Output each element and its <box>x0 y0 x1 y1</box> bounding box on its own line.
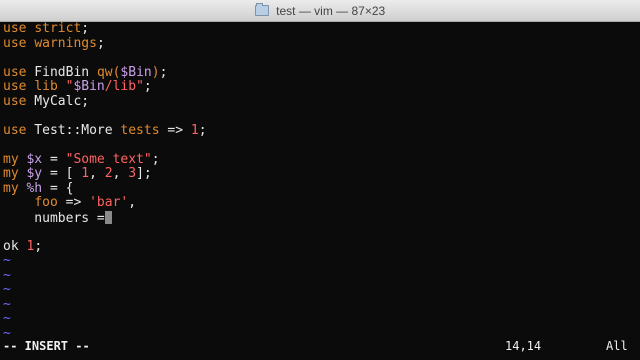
window-titlebar[interactable]: test — vim — 87×23 <box>0 0 640 22</box>
text-cursor <box>104 210 112 224</box>
empty-line-marker: ~ <box>3 296 11 312</box>
empty-line-marker: ~ <box>3 282 11 297</box>
buffer-line: ok 1; <box>3 238 43 254</box>
buffer-line: foo => 'bar', <box>34 195 137 210</box>
window-title-text: test — vim — 87×23 <box>276 4 386 18</box>
empty-line-marker: ~ <box>3 253 11 268</box>
buffer-line: use FindBin qw($Bin); <box>3 64 168 80</box>
buffer-line <box>0 51 640 66</box>
vim-status-line: -- INSERT -- 14,14 All <box>0 338 640 354</box>
buffer-line: my %h = { <box>3 180 74 196</box>
buffer-line <box>0 109 640 124</box>
empty-line-marker: ~ <box>3 267 11 283</box>
buffer-line <box>0 138 640 153</box>
buffer-line: my $y = [ 1, 2, 3]; <box>3 166 152 181</box>
buffer-line: use MyCalc; <box>3 93 90 109</box>
scroll-percentage: All <box>606 339 628 353</box>
mode-indicator: -- INSERT -- <box>3 339 90 353</box>
buffer-line: use strict; <box>3 21 90 36</box>
buffer-line: use Test::More tests => 1; <box>3 122 207 138</box>
window-title: test — vim — 87×23 <box>0 3 640 18</box>
folder-icon <box>254 3 269 16</box>
buffer-line: my $x = "Some text"; <box>3 151 160 167</box>
buffer-line: use warnings; <box>3 35 105 51</box>
buffer-line <box>0 225 640 240</box>
empty-line-marker: ~ <box>3 311 11 326</box>
cursor-position: 14,14 <box>505 339 542 353</box>
buffer-line: use lib "$Bin/lib"; <box>3 79 152 94</box>
vim-terminal-window: test — vim — 87×23 use strict; use warni… <box>0 0 640 360</box>
buffer-line-current: numbers = <box>0 210 640 225</box>
vim-editor-buffer[interactable]: use strict; use warnings; use FindBin qw… <box>0 21 640 360</box>
